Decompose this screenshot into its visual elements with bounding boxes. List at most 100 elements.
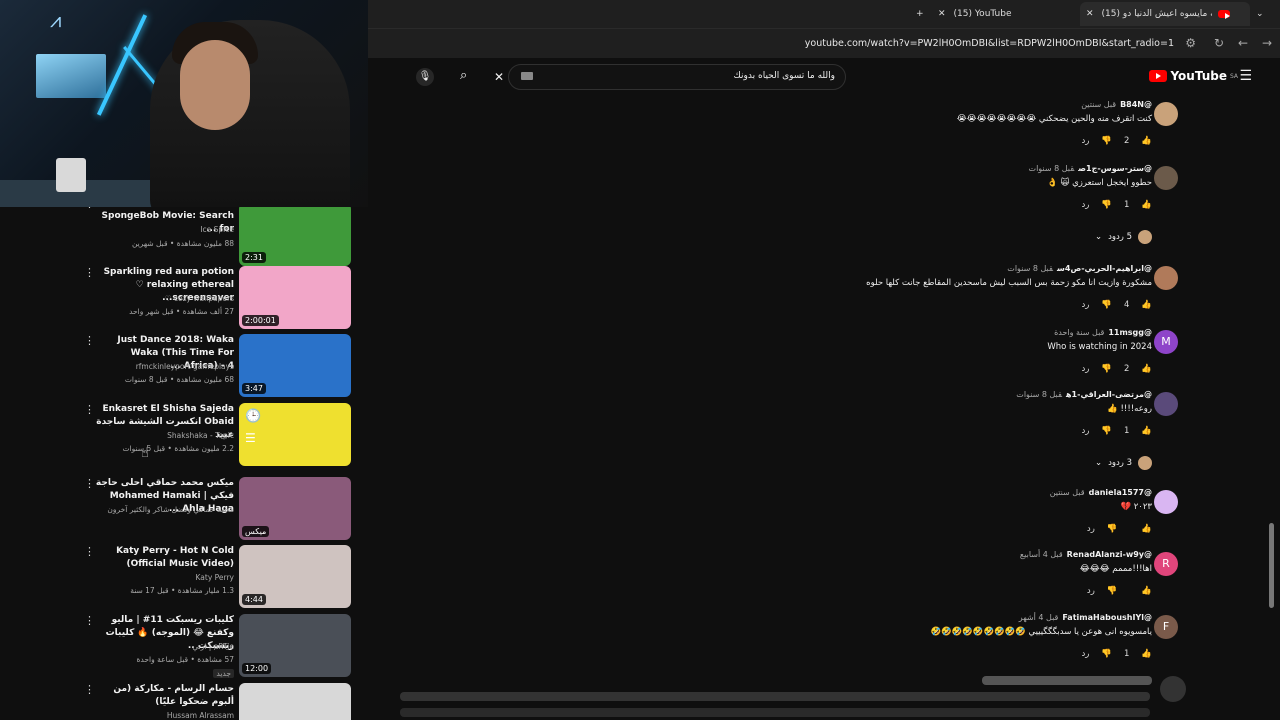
view-replies[interactable]: 5 ردود ⌄: [552, 230, 1152, 246]
author-handle[interactable]: @ستر-سوس-ج1ص: [1078, 164, 1152, 173]
like-icon[interactable]: 👍: [1141, 200, 1152, 210]
back-icon[interactable]: ←: [1238, 36, 1248, 50]
more-options-icon[interactable]: ⋮: [84, 266, 95, 279]
avatar[interactable]: M: [1154, 330, 1178, 354]
menu-icon[interactable]: ☰: [1239, 68, 1252, 84]
tab-youtube-home[interactable]: ✕ (15) YouTube: [938, 2, 1011, 26]
author-handle[interactable]: @B84N: [1120, 100, 1152, 109]
forward-icon[interactable]: →: [1262, 36, 1272, 50]
recommendation-item[interactable]: 3:47 Just Dance 2018: Waka Waka (This Tim…: [0, 334, 368, 400]
dislike-icon[interactable]: 👎: [1101, 364, 1112, 374]
comment-time[interactable]: قبل سنتين: [1050, 488, 1085, 497]
recommendation-item[interactable]: ميكس ميكس محمد حماقي احلى حاجة فيكي | Moh…: [0, 477, 368, 543]
channel-name[interactable]: rfmckinleyport gameplays: [136, 362, 234, 371]
channel-name[interactable]: Shakshaka - Topic: [167, 431, 234, 440]
more-options-icon[interactable]: ⋮: [84, 477, 95, 490]
video-title[interactable]: Katy Perry - Hot N Cold (Official Music …: [94, 545, 234, 571]
like-icon[interactable]: 👍: [1141, 524, 1152, 534]
author-handle[interactable]: @مرتضى-العراقي-1ه: [1066, 390, 1152, 399]
watch-later-icon[interactable]: 🕒: [245, 409, 261, 424]
avatar[interactable]: R: [1154, 552, 1178, 576]
comment-author[interactable]: @B84N قبل سنتين: [1081, 100, 1152, 109]
comment-time[interactable]: قبل 8 سنوات: [1029, 164, 1075, 173]
channel-name[interactable]: Ice Spice: [200, 225, 234, 234]
channel-name[interactable]: Hussam Alrassam: [167, 711, 234, 720]
avatar[interactable]: [1154, 490, 1178, 514]
tab-active[interactable]: ✕ (15) والله مايسوه اعيش الدنيا دو...: [1080, 2, 1250, 26]
reply-button[interactable]: رد: [1082, 649, 1090, 659]
dislike-icon[interactable]: 👎: [1107, 586, 1118, 596]
plus-icon[interactable]: +: [916, 9, 924, 19]
comment-author[interactable]: @RenadAlanzi-w9y قبل 4 أسابيع: [1020, 550, 1152, 559]
video-title[interactable]: حسام الرسام - مكاركة (من ألبوم ضحكوا علي…: [94, 683, 234, 709]
avatar[interactable]: [1154, 392, 1178, 416]
more-options-icon[interactable]: ⋮: [84, 683, 95, 696]
recommendation-item[interactable]: 4:44 Katy Perry - Hot N Cold (Official Mu…: [0, 545, 368, 611]
more-options-icon[interactable]: ⋮: [84, 614, 95, 627]
search-input[interactable]: والله ما تسوى الحياه بدونك: [733, 71, 835, 81]
new-tab-button[interactable]: +: [916, 2, 924, 26]
dislike-icon[interactable]: 👎: [1101, 136, 1112, 146]
video-thumbnail[interactable]: 3:47: [239, 334, 351, 397]
replies-toggle[interactable]: 5 ردود ⌄: [1095, 230, 1152, 244]
avatar[interactable]: [1154, 102, 1178, 126]
keyboard-icon[interactable]: [521, 72, 533, 80]
author-handle[interactable]: @11msgg: [1108, 328, 1152, 337]
tab-menu-button[interactable]: ⌄: [1256, 2, 1264, 26]
comment-time[interactable]: قبل 4 أشهر: [1019, 613, 1059, 622]
url-field[interactable]: youtube.com/watch?v=PW2lH0OmDBI&list=RDP…: [805, 38, 1174, 49]
like-icon[interactable]: 👍: [1141, 426, 1152, 436]
horizontal-scrollbar[interactable]: [982, 676, 1152, 685]
comment-author[interactable]: @مرتضى-العراقي-1ه قبل 8 سنوات: [1016, 390, 1152, 399]
more-options-icon[interactable]: ⋮: [84, 207, 95, 210]
reply-button[interactable]: رد: [1082, 300, 1090, 310]
like-icon[interactable]: 👍: [1141, 586, 1152, 596]
like-icon[interactable]: 👍: [1141, 300, 1152, 310]
avatar[interactable]: F: [1154, 615, 1178, 639]
video-thumbnail[interactable]: 2:00:01: [239, 266, 351, 329]
view-replies[interactable]: 3 ردود ⌄: [552, 456, 1152, 472]
recommendation-item[interactable]: حسام الرسام - مكاركة (من ألبوم ضحكوا علي…: [0, 683, 368, 720]
close-icon[interactable]: ✕: [1086, 9, 1094, 19]
like-icon[interactable]: 👍: [1141, 364, 1152, 374]
channel-name[interactable]: Katy Perry: [196, 573, 235, 582]
reply-button[interactable]: رد: [1087, 586, 1095, 596]
video-thumbnail[interactable]: [239, 683, 351, 720]
avatar[interactable]: [1154, 166, 1178, 190]
reply-button[interactable]: رد: [1087, 524, 1095, 534]
comment-author[interactable]: @daniela1577 قبل سنتين: [1050, 488, 1152, 497]
tune-icon[interactable]: ⚙: [1185, 36, 1196, 50]
video-thumbnail[interactable]: 12:00: [239, 614, 351, 677]
search-box[interactable]: ✕ والله ما تسوى الحياه بدونك: [494, 64, 846, 90]
comment-time[interactable]: قبل 8 سنوات: [1007, 264, 1053, 273]
like-icon[interactable]: 👍: [1141, 649, 1152, 659]
scrollbar[interactable]: [1269, 523, 1274, 608]
mic-icon[interactable]: 🎙: [416, 68, 434, 86]
recommendation-item[interactable]: 12:00 كليبات ريسبكت 11# | ماليو وكفنع 😂 (…: [0, 614, 368, 680]
video-thumbnail[interactable]: 4:44: [239, 545, 351, 608]
reply-button[interactable]: رد: [1082, 364, 1090, 374]
video-thumbnail[interactable]: 2:31: [239, 207, 351, 266]
youtube-logo[interactable]: YouTube SA: [1149, 69, 1238, 83]
reply-button[interactable]: رد: [1082, 426, 1090, 436]
comment-time[interactable]: قبل 4 أسابيع: [1020, 550, 1063, 559]
video-thumbnail[interactable]: 🕒 ☰: [239, 403, 351, 466]
comment-time[interactable]: قبل سنتين: [1081, 100, 1116, 109]
dislike-icon[interactable]: 👎: [1101, 300, 1112, 310]
comment-author[interactable]: @11msgg قبل سنة واحدة: [1054, 328, 1152, 337]
recommendation-item[interactable]: 🕒 ☰ Enkasret El Shisha Sajeda Obaid انكسرت…: [0, 403, 368, 469]
channel-name[interactable]: aRTie | ارتي: [192, 642, 234, 651]
dislike-icon[interactable]: 👎: [1107, 524, 1118, 534]
dislike-icon[interactable]: 👎: [1101, 649, 1112, 659]
author-handle[interactable]: @ابراهيم-الحربي-ص4س: [1057, 264, 1152, 273]
like-icon[interactable]: 👍: [1141, 136, 1152, 146]
author-handle[interactable]: @daniela1577: [1089, 488, 1152, 497]
replies-toggle[interactable]: 3 ردود ⌄: [1095, 456, 1152, 470]
more-options-icon[interactable]: ⋮: [84, 545, 95, 558]
author-handle[interactable]: @RenadAlanzi-w9y: [1067, 550, 1152, 559]
comment-author[interactable]: @ستر-سوس-ج1صقبل 8 سنوات: [1029, 164, 1152, 173]
dislike-icon[interactable]: 👎: [1101, 200, 1112, 210]
comment-author[interactable]: @FatimaHaboushIYlقبل 4 أشهر: [1019, 613, 1152, 622]
channel-name[interactable]: cozy wallpapers ♡: [165, 294, 234, 303]
comment-time[interactable]: قبل 8 سنوات: [1016, 390, 1062, 399]
